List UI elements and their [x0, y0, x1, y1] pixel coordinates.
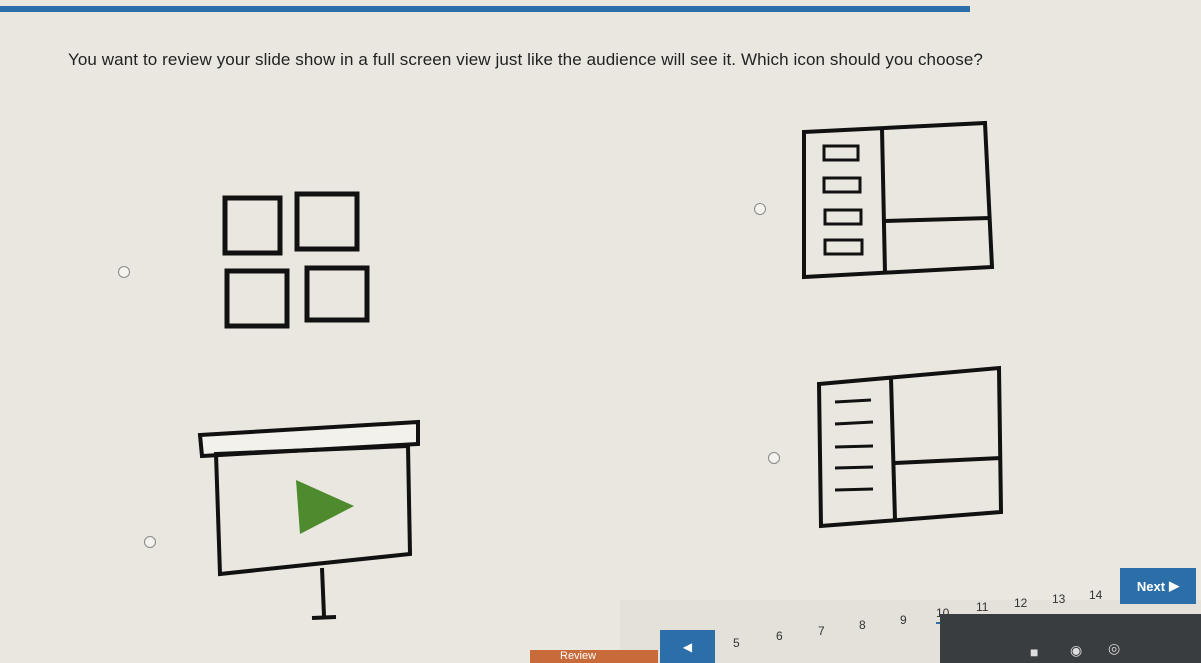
page-9[interactable]: 9 [900, 613, 907, 627]
outline-view-icon[interactable] [815, 364, 1010, 539]
page-8[interactable]: 8 [859, 618, 866, 632]
slide-sorter-icon[interactable] [215, 188, 375, 343]
option-radio-normal-view[interactable] [754, 203, 766, 215]
slide-show-icon[interactable] [196, 418, 426, 633]
question-text: You want to review your slide show in a … [68, 50, 983, 69]
page-5[interactable]: 5 [733, 636, 740, 650]
progress-bar [0, 6, 970, 12]
normal-view-thumbnails-icon[interactable] [800, 120, 1000, 285]
page-6[interactable]: 6 [776, 629, 783, 643]
review-label: Review [560, 650, 597, 662]
app-icon[interactable]: ■ [1030, 644, 1038, 660]
taskbar: ■ ◉ ◎ [940, 614, 1201, 663]
option-radio-slide-show[interactable] [144, 536, 156, 548]
next-label: Next [1136, 578, 1166, 594]
page-11[interactable]: 11 [976, 600, 988, 614]
play-arrow-icon: ▶ [1169, 578, 1180, 593]
page-7[interactable]: 7 [818, 624, 825, 638]
option-radio-slide-sorter[interactable] [118, 266, 130, 278]
option-radio-outline-view[interactable] [768, 452, 780, 464]
previous-button[interactable]: ◀ [660, 630, 715, 663]
next-button[interactable]: Next ▶ [1120, 568, 1196, 604]
page-13[interactable]: 13 [1052, 592, 1065, 606]
broadcast-icon[interactable]: ◎ [1108, 640, 1120, 657]
review-button[interactable]: Review [530, 650, 658, 663]
page-12[interactable]: 12 [1014, 596, 1027, 610]
record-icon[interactable]: ◉ [1070, 642, 1082, 659]
chevron-left-icon: ◀ [682, 639, 693, 654]
page-14[interactable]: 14 [1089, 588, 1102, 602]
